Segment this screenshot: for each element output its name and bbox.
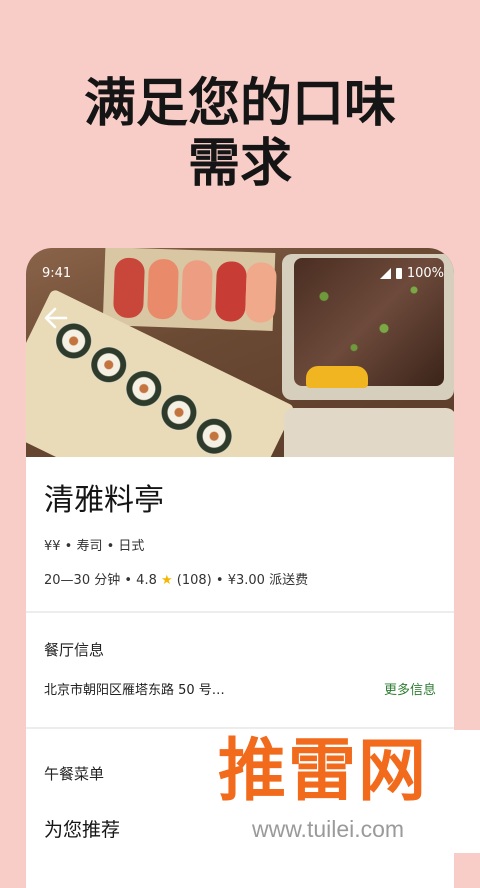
status-icons: 100% (379, 266, 444, 281)
review-count: (108) (176, 573, 212, 588)
nigiri-tray (102, 248, 277, 331)
watermark: 推雷网 www.tuilei.com (210, 730, 480, 853)
sushi-roll (84, 340, 133, 389)
nigiri-piece (214, 260, 247, 322)
lemon-wedge (306, 366, 368, 388)
section-divider (26, 611, 454, 613)
watermark-logo: 推雷网 (218, 732, 429, 811)
rating-value: 4.8 (136, 573, 157, 588)
sushi-roll (119, 364, 168, 413)
headline-line-1: 满足您的口味 (83, 74, 396, 134)
headline-line-2: 需求 (187, 134, 292, 194)
nigiri-piece (244, 262, 277, 324)
more-info-link[interactable]: 更多信息 (384, 679, 436, 698)
delivery-time: 20—30 分钟 (44, 573, 121, 588)
nigiri-piece (180, 259, 213, 321)
bento-box-lower (284, 408, 454, 457)
status-time: 9:41 (42, 266, 72, 281)
watermark-url: www.tuilei.com (252, 816, 405, 842)
nigiri-piece (146, 258, 180, 320)
arrow-left-icon (44, 307, 68, 329)
section-divider (26, 727, 454, 729)
battery-icon (395, 268, 402, 279)
restaurant-address: 北京市朝阳区雁塔东路 50 号… (44, 683, 225, 698)
star-icon: ★ (161, 573, 173, 588)
restaurant-name: 清雅料亭 (44, 483, 164, 518)
recommended-heading: 为您推荐 (44, 819, 121, 841)
menu-section-title: 午餐菜单 (44, 765, 105, 783)
back-button[interactable] (42, 304, 70, 332)
battery-percent: 100% (406, 266, 444, 281)
delivery-fee: ¥3.00 派送费 (227, 573, 309, 588)
meta-separator: • (124, 573, 137, 588)
promo-headline: 满足您的口味 需求 (0, 74, 480, 194)
sushi-roll (154, 388, 204, 437)
meta-separator: • (215, 573, 228, 588)
signal-icon (379, 268, 391, 279)
nigiri-piece (112, 257, 146, 319)
sushi-roll (190, 412, 239, 457)
info-section-title: 餐厅信息 (44, 641, 105, 659)
restaurant-hero-image: 9:41 100% (26, 248, 454, 457)
restaurant-meta: 20—30 分钟 • 4.8 ★ (108) • ¥3.00 派送费 (44, 569, 308, 588)
restaurant-tags: ¥¥ • 寿司 • 日式 (44, 539, 145, 554)
